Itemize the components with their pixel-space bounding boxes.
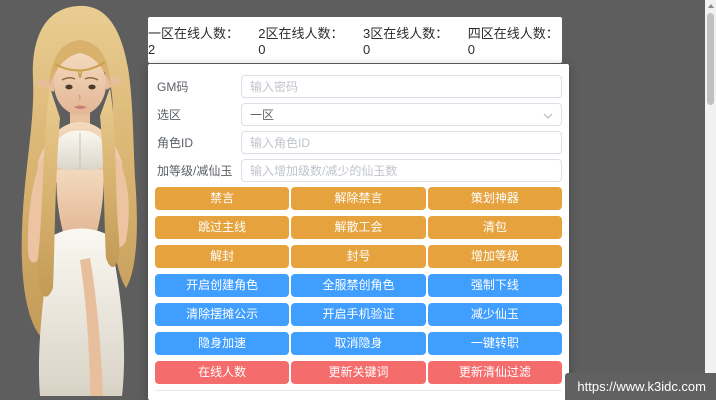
gm-code-input[interactable] (241, 75, 562, 98)
disable-create-role-button[interactable]: 全服禁创角色 (291, 274, 425, 297)
disband-guild-button[interactable]: 解散工会 (291, 216, 425, 239)
button-row-4: 开启创建角色 全服禁创角色 强制下线 (155, 274, 562, 297)
zone2-online-count: 2区在线人数：0 (258, 23, 347, 57)
level-jade-label: 加等级/减仙玉 (155, 162, 241, 179)
role-id-row: 角色ID (155, 131, 562, 154)
clear-stall-notice-button[interactable]: 清除摆摊公示 (155, 303, 289, 326)
role-id-label: 角色ID (155, 134, 241, 151)
section-divider (155, 390, 562, 391)
zone1-online-count: 一区在线人数：2 (148, 23, 242, 57)
one-key-class-change-button[interactable]: 一键转职 (428, 332, 562, 355)
zone-row: 选区 一区 (155, 103, 562, 126)
add-level-button[interactable]: 增加等级 (428, 245, 562, 268)
force-offline-button[interactable]: 强制下线 (428, 274, 562, 297)
button-row-6: 隐身加速 取消隐身 一键转职 (155, 332, 562, 355)
level-jade-row: 加等级/减仙玉 (155, 159, 562, 182)
zone3-online-count: 3区在线人数：0 (363, 23, 452, 57)
gm-code-label: GM码 (155, 78, 241, 95)
scrollbar-thumb[interactable] (707, 13, 714, 105)
reduce-jade-button[interactable]: 减少仙玉 (428, 303, 562, 326)
zone4-online-count: 四区在线人数：0 (468, 23, 562, 57)
update-keywords-button[interactable]: 更新关键词 (291, 361, 425, 384)
gm-code-row: GM码 (155, 75, 562, 98)
chevron-down-icon (543, 111, 553, 121)
enable-phone-verify-button[interactable]: 开启手机验证 (291, 303, 425, 326)
planner-tool-button[interactable]: 策划神器 (428, 187, 562, 210)
update-filter-button[interactable]: 更新清仙过滤 (428, 361, 562, 384)
button-row-3: 解封 封号 增加等级 (155, 245, 562, 268)
level-jade-input[interactable] (241, 159, 562, 182)
role-id-input[interactable] (241, 131, 562, 154)
button-row-7: 在线人数 更新关键词 更新清仙过滤 (155, 361, 562, 384)
online-counts-bar: 一区在线人数：2 2区在线人数：0 3区在线人数：0 四区在线人数：0 (148, 17, 562, 63)
clear-bag-button[interactable]: 清包 (428, 216, 562, 239)
gm-panel-card: GM码 选区 一区 角色ID 加等级/减仙玉 禁言 解除禁言 策划神器 跳过主线… (148, 64, 569, 400)
link-status-url: https://www.k3idc.com (577, 379, 706, 394)
zone-select[interactable]: 一区 (241, 103, 562, 126)
online-count-button[interactable]: 在线人数 (155, 361, 289, 384)
character-artwork (0, 0, 158, 396)
vertical-scrollbar[interactable] (705, 0, 716, 400)
unban-button[interactable]: 解封 (155, 245, 289, 268)
skip-mainquest-button[interactable]: 跳过主线 (155, 216, 289, 239)
button-row-1: 禁言 解除禁言 策划神器 (155, 187, 562, 210)
scrollbar-up-arrow-icon[interactable] (708, 4, 714, 8)
zone-select-value: 一区 (250, 106, 274, 123)
enable-create-role-button[interactable]: 开启创建角色 (155, 274, 289, 297)
ban-account-button[interactable]: 封号 (291, 245, 425, 268)
mute-button[interactable]: 禁言 (155, 187, 289, 210)
button-row-2: 跳过主线 解散工会 清包 (155, 216, 562, 239)
unmute-button[interactable]: 解除禁言 (291, 187, 425, 210)
cancel-stealth-button[interactable]: 取消隐身 (291, 332, 425, 355)
button-row-5: 清除摆摊公示 开启手机验证 减少仙玉 (155, 303, 562, 326)
stealth-speed-button[interactable]: 隐身加速 (155, 332, 289, 355)
link-status-bar: https://www.k3idc.com (565, 373, 716, 400)
zone-label: 选区 (155, 106, 241, 123)
